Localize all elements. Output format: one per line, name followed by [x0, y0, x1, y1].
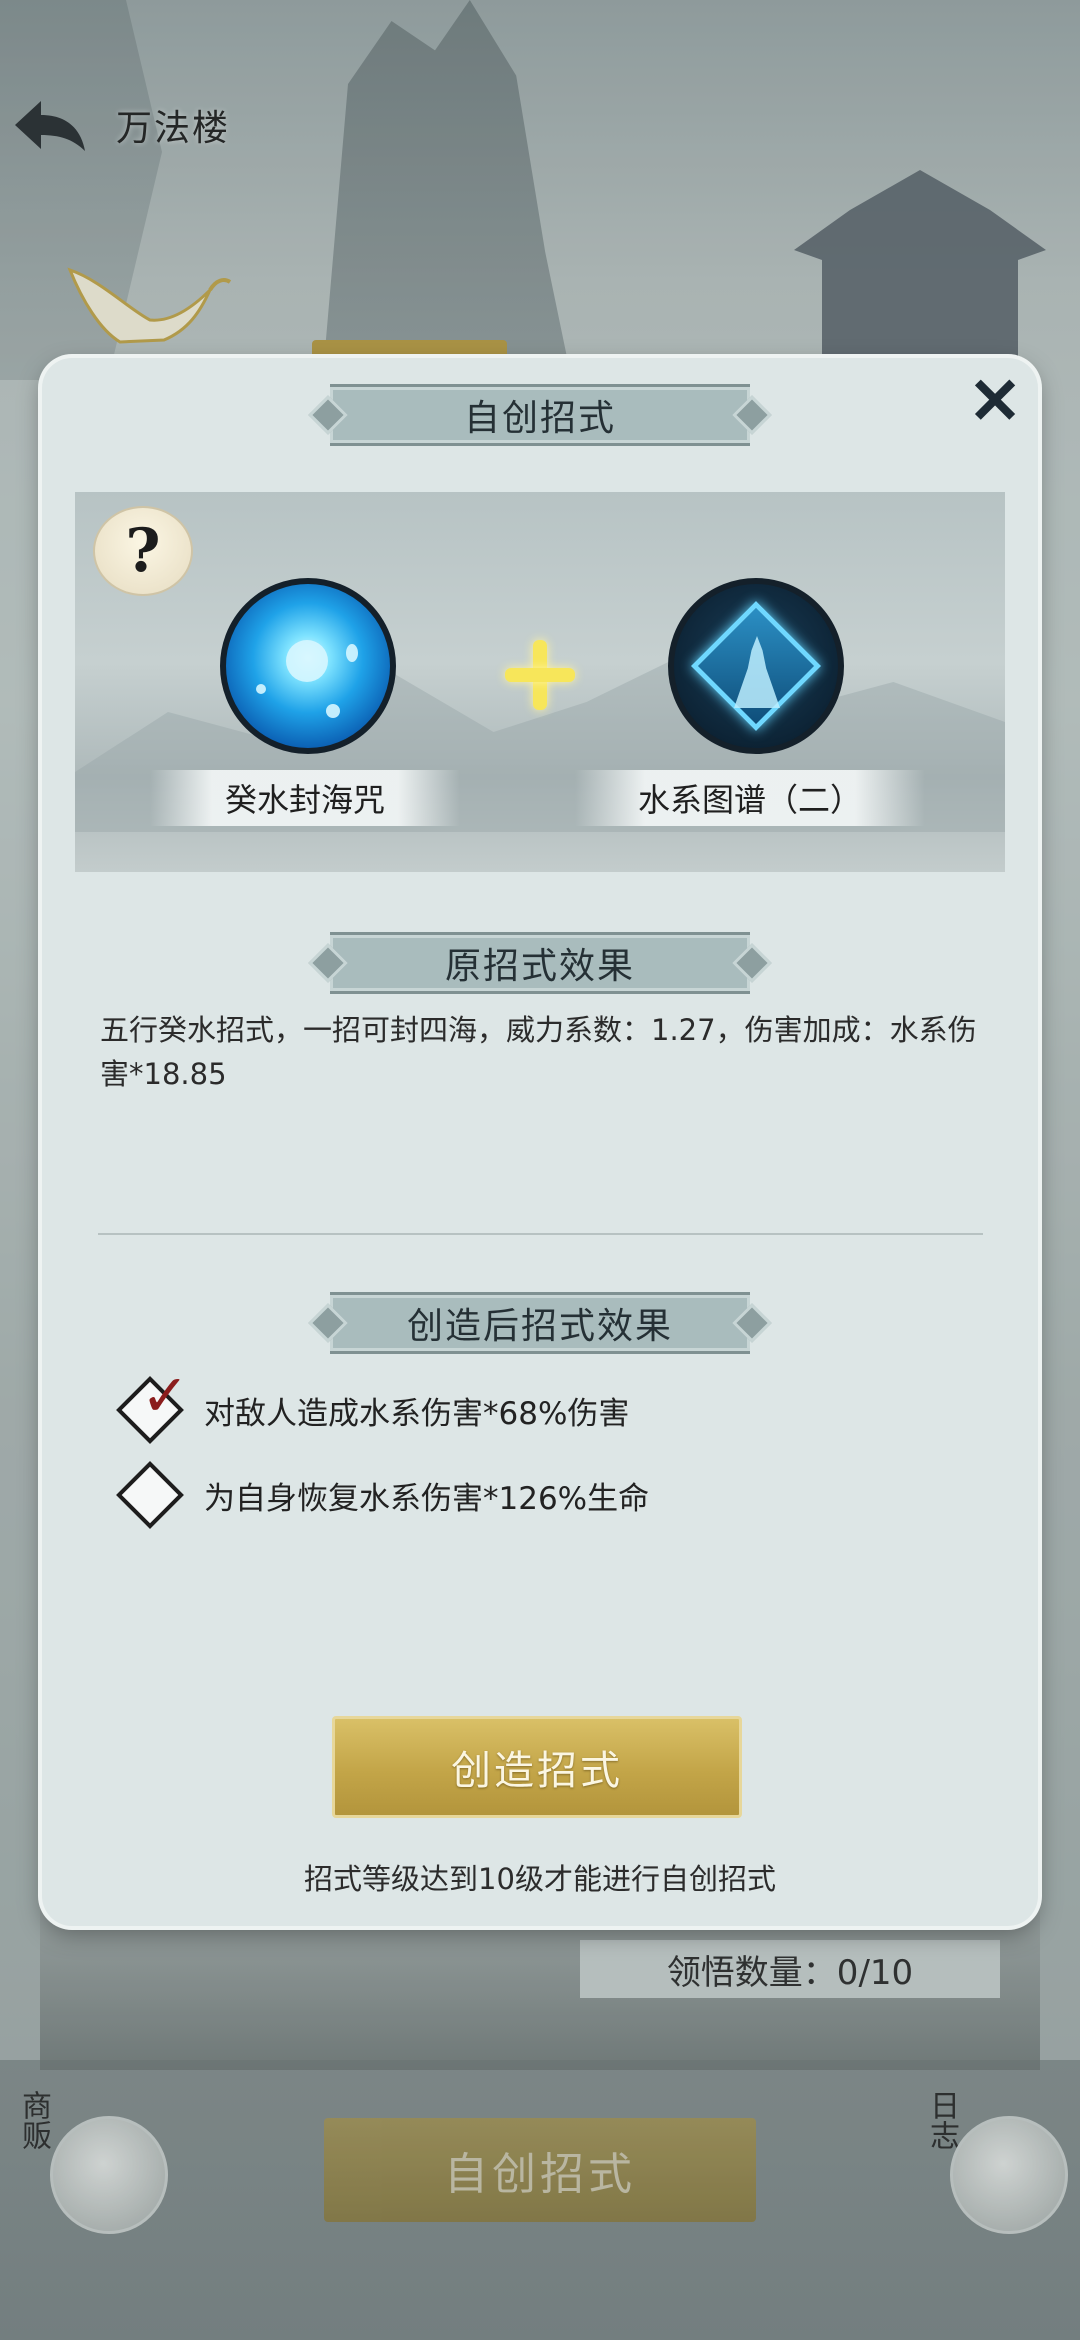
- original-effect-text: 五行癸水招式，一招可封四海，威力系数：1.27，伤害加成：水系伤害*18.85: [100, 1013, 977, 1091]
- effect-option-damage[interactable]: ✓ 对敌人造成水系伤害*68%伤害: [116, 1361, 630, 1444]
- water-spell-orb-icon[interactable]: [220, 578, 396, 754]
- ingredient-label-diagram: 水系图谱（二）: [575, 770, 925, 826]
- option-label: 对敌人造成水系伤害*68%伤害: [204, 1395, 630, 1432]
- help-button[interactable]: ?: [93, 506, 193, 596]
- level-requirement-hint: 招式等级达到10级才能进行自创招式: [304, 1862, 776, 1896]
- checkbox-unchecked[interactable]: [116, 1461, 184, 1529]
- water-diagram-icon[interactable]: [668, 578, 844, 754]
- close-icon: ✕: [968, 363, 1022, 439]
- original-effect-title: 原招式效果: [330, 932, 750, 994]
- divider: [98, 1233, 983, 1235]
- create-move-button[interactable]: 创造招式: [332, 1716, 742, 1818]
- effect-option-heal[interactable]: 为自身恢复水系伤害*126%生命: [116, 1461, 650, 1529]
- dialog-title: 自创招式: [330, 384, 750, 446]
- option-label: 为自身恢复水系伤害*126%生命: [204, 1480, 650, 1517]
- plus-icon: [505, 640, 575, 710]
- question-mark-icon: ?: [125, 516, 161, 586]
- close-button[interactable]: ✕: [960, 364, 1030, 439]
- check-icon: ✓: [140, 1361, 190, 1430]
- created-effect-title: 创造后招式效果: [330, 1292, 750, 1354]
- checkbox-checked[interactable]: ✓: [116, 1361, 189, 1444]
- ingredient-label-spell: 癸水封海咒: [150, 770, 460, 826]
